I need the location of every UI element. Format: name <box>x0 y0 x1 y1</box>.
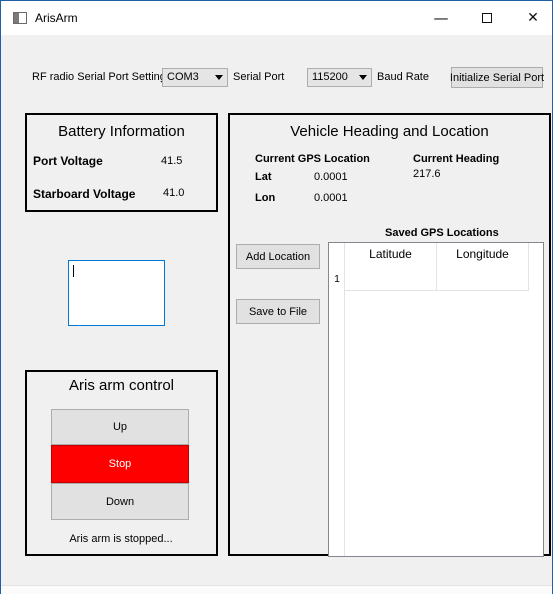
serial-port-combo[interactable]: COM3 <box>162 68 228 87</box>
down-button[interactable]: Down <box>51 483 189 520</box>
starboard-voltage-value: 41.0 <box>163 187 185 199</box>
app-window-icon <box>13 12 27 24</box>
current-gps-location-heading: Current GPS Location <box>255 153 370 165</box>
lat-value: 0.0001 <box>314 171 348 183</box>
lon-value: 0.0001 <box>314 192 348 204</box>
initialize-serial-port-button[interactable]: Initialize Serial Port <box>450 67 544 88</box>
arm-control-title: Aris arm control <box>68 377 175 394</box>
heading-value: 217.6 <box>413 168 441 180</box>
lat-label: Lat <box>255 171 272 183</box>
row-header[interactable]: 1 <box>329 274 345 285</box>
row-divider <box>345 290 529 291</box>
text-caret <box>73 265 74 277</box>
text-input[interactable] <box>68 260 165 326</box>
baud-rate-label: Baud Rate <box>377 71 429 83</box>
up-button[interactable]: Up <box>51 409 189 445</box>
vehicle-panel-title: Vehicle Heading and Location <box>290 123 489 140</box>
maximize-icon <box>482 13 492 23</box>
port-voltage-value: 41.5 <box>161 155 183 167</box>
port-voltage-label: Port Voltage <box>33 154 103 168</box>
chevron-down-icon <box>359 75 367 80</box>
arm-status-text: Aris arm is stopped... <box>69 533 173 545</box>
current-heading-heading: Current Heading <box>413 153 500 165</box>
serial-port-label: Serial Port <box>233 71 285 83</box>
starboard-voltage-label: Starboard Voltage <box>33 187 136 201</box>
chevron-down-icon <box>215 75 223 80</box>
bottom-edge <box>1 585 552 594</box>
serial-port-value: COM3 <box>167 71 199 83</box>
baud-rate-combo[interactable]: 115200 <box>307 68 372 87</box>
row-header-column <box>329 243 345 556</box>
battery-panel-title: Battery Information <box>58 123 185 140</box>
minimize-button[interactable]: — <box>418 1 464 35</box>
title-bar[interactable]: ArisArm — ✕ <box>1 1 552 35</box>
close-button[interactable]: ✕ <box>510 1 553 35</box>
column-header-latitude[interactable]: Latitude <box>345 243 437 290</box>
add-location-button[interactable]: Add Location <box>236 244 320 269</box>
stop-button[interactable]: Stop <box>51 445 189 483</box>
column-header-longitude[interactable]: Longitude <box>437 243 529 290</box>
app-window: ArisArm — ✕ RF radio Serial Port Setting… <box>0 0 553 594</box>
saved-gps-locations-title: Saved GPS Locations <box>385 227 499 239</box>
close-icon: ✕ <box>527 10 539 26</box>
window-title: ArisArm <box>35 11 78 25</box>
save-to-file-button[interactable]: Save to File <box>236 299 320 324</box>
serial-settings-label: RF radio Serial Port Settings <box>32 71 172 83</box>
maximize-button[interactable] <box>464 1 510 35</box>
lon-label: Lon <box>255 192 276 204</box>
minimize-icon: — <box>433 9 449 27</box>
saved-locations-table[interactable]: Latitude Longitude 1 <box>328 242 544 557</box>
baud-rate-value: 115200 <box>312 71 348 83</box>
